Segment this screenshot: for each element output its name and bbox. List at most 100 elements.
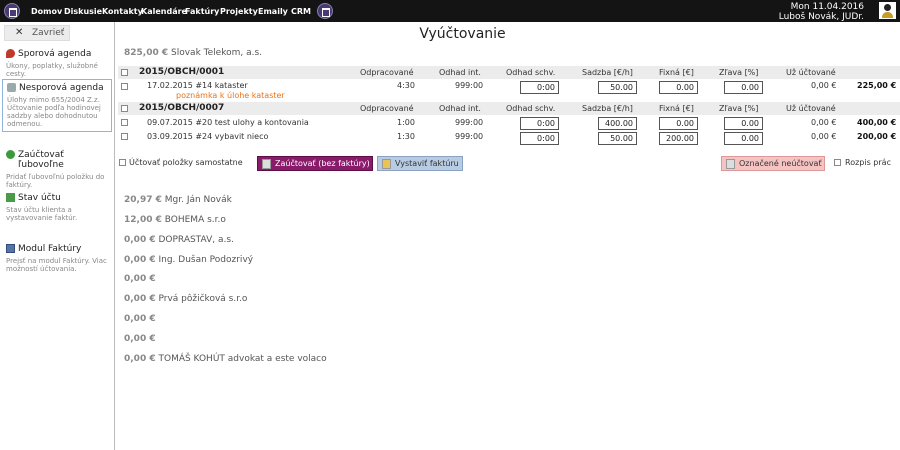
mark-unbilled-button[interactable]: Označené neúčtovať xyxy=(721,156,825,171)
task-description: 03.09.2015 #24 vybavit nieco xyxy=(147,132,269,141)
nav-emaily[interactable]: Emaily xyxy=(258,7,288,16)
task-note: poznámka k úlohe kataster xyxy=(176,91,285,100)
approved-input[interactable]: 0:00 xyxy=(520,81,559,94)
sidebar-item-zauctovat-lubovolne[interactable]: Zaúčtovať ľubovoľne Pridať ľubovoľnú pol… xyxy=(2,147,112,192)
user-avatar[interactable] xyxy=(879,2,896,19)
rate-input[interactable]: 400.00 xyxy=(598,117,637,130)
work-breakdown-option[interactable]: Rozpis prác xyxy=(834,158,891,167)
client-name: Slovak Telekom, a.s. xyxy=(171,48,263,58)
case-checkbox[interactable] xyxy=(121,105,128,112)
post-without-invoice-button[interactable]: Zaúčtovať (bez faktúry) xyxy=(257,156,373,171)
col-fixed: Fixná [€] xyxy=(659,68,694,77)
estimate-value: 999:00 xyxy=(455,132,484,141)
sidebar-item-desc: Pridať ľubovoľnú položku do faktúry. xyxy=(6,173,105,189)
summary-amount: 12,00 € xyxy=(124,215,162,225)
worked-value: 4:30 xyxy=(397,81,415,90)
client-summary-item[interactable]: 0,00 € Ing. Dušan Podozrivý xyxy=(124,255,253,265)
col-discount: Zľava [%] xyxy=(719,68,759,77)
client-summary-item[interactable]: 0,00 € xyxy=(124,334,156,344)
row-total: 400,00 € xyxy=(857,118,897,127)
worked-value: 1:30 xyxy=(397,132,415,141)
sidebar-item-desc: Úlohy mimo 655/2004 Z.z. Účtovanie podľa… xyxy=(7,96,101,128)
sidebar-item-modul-faktury[interactable]: Modul Faktúry Prejsť na modul Faktúry. V… xyxy=(2,241,112,276)
sidebar-item-sporova-agenda[interactable]: Sporová agenda Úkony, poplatky, služobné… xyxy=(2,46,112,81)
case-checkbox[interactable] xyxy=(121,69,128,76)
separate-items-checkbox[interactable] xyxy=(119,159,126,166)
discount-input[interactable]: 0.00 xyxy=(724,117,763,130)
col-billed: Už účtované xyxy=(786,104,836,113)
rate-input[interactable]: 50.00 xyxy=(598,132,637,145)
col-approved: Odhad schv. xyxy=(506,104,556,113)
nav-faktury[interactable]: Faktúry xyxy=(185,7,219,16)
work-breakdown-checkbox[interactable] xyxy=(834,159,841,166)
nav-kalendare[interactable]: Kalendáre xyxy=(141,7,187,16)
approved-input[interactable]: 0:00 xyxy=(520,117,559,130)
client-summary-item[interactable]: 0,00 € xyxy=(124,314,156,324)
close-button[interactable]: ✕ Zavrieť xyxy=(4,25,70,41)
row-total: 225,00 € xyxy=(857,81,897,90)
summary-amount: 0,00 € xyxy=(124,314,156,324)
summary-name: DOPRASTAV, a.s. xyxy=(158,235,234,245)
summary-amount: 0,00 € xyxy=(124,334,156,344)
col-rate: Sadzba [€/h] xyxy=(582,104,633,113)
row-checkbox[interactable] xyxy=(121,83,128,90)
sidebar-item-nesporova-agenda[interactable]: Nesporová agenda Úlohy mimo 655/2004 Z.z… xyxy=(2,79,112,132)
summary-name: Ing. Dušan Podozrivý xyxy=(158,255,254,265)
separate-items-option[interactable]: Účtovať položky samostatne xyxy=(119,158,243,167)
nav-diskusie[interactable]: Diskusie xyxy=(64,7,102,16)
building-icon[interactable] xyxy=(317,3,333,19)
nav-crm[interactable]: CRM xyxy=(291,7,311,16)
row-checkbox[interactable] xyxy=(121,119,128,126)
unbill-icon xyxy=(726,159,735,169)
fixed-input[interactable]: 200.00 xyxy=(659,132,698,145)
work-breakdown-label: Rozpis prác xyxy=(845,158,891,167)
client-summary-item[interactable]: 20,97 € Mgr. Ján Novák xyxy=(124,195,232,205)
current-date: Mon 11.04.2016 xyxy=(790,2,864,12)
add-coin-icon xyxy=(6,150,15,159)
sidebar-item-title: Stav účtu xyxy=(18,193,61,203)
sidebar-item-title: Nesporová agenda xyxy=(19,83,104,93)
discount-input[interactable]: 0.00 xyxy=(724,81,763,94)
close-icon: ✕ xyxy=(15,27,24,38)
issue-invoice-button[interactable]: Vystaviť faktúru xyxy=(377,156,463,171)
client-summary-item[interactable]: 0,00 € xyxy=(124,274,156,284)
fixed-input[interactable]: 0.00 xyxy=(659,81,698,94)
summary-amount: 0,00 € xyxy=(124,235,156,245)
col-approved: Odhad schv. xyxy=(506,68,556,77)
fixed-input[interactable]: 0.00 xyxy=(659,117,698,130)
billed-value: 0,00 € xyxy=(811,132,837,141)
summary-name: Prvá pôžičková s.r.o xyxy=(158,294,248,304)
client-summary-item[interactable]: 12,00 € BOHEMA s.r.o xyxy=(124,215,226,225)
col-rate: Sadzba [€/h] xyxy=(582,68,633,77)
client-summary-item[interactable]: 0,00 € DOPRASTAV, a.s. xyxy=(124,235,234,245)
summary-amount: 0,00 € xyxy=(124,354,156,364)
estimate-value: 999:00 xyxy=(455,81,484,90)
col-estimate: Odhad int. xyxy=(439,68,481,77)
client-summary-item[interactable]: 0,00 € TOMÁŠ KOHÚT advokat a este volaco xyxy=(124,354,327,364)
nav-projekty[interactable]: Projekty xyxy=(220,7,258,16)
current-user[interactable]: Luboš Novák, JUDr. xyxy=(779,12,864,22)
document-icon xyxy=(7,83,16,92)
summary-amount: 20,97 € xyxy=(124,195,162,205)
nav-domov[interactable]: Domov xyxy=(31,7,62,16)
home-logo-icon[interactable] xyxy=(4,3,20,19)
discount-input[interactable]: 0.00 xyxy=(724,132,763,145)
row-checkbox[interactable] xyxy=(121,133,128,140)
nav-kontakty[interactable]: Kontakty xyxy=(102,7,143,16)
case-header-row: 2015/OBCH/0001 Odpracované Odhad int. Od… xyxy=(118,66,900,79)
case-header-row: 2015/OBCH/0007 Odpracované Odhad int. Od… xyxy=(118,102,900,115)
col-estimate: Odhad int. xyxy=(439,104,481,113)
estimate-value: 999:00 xyxy=(455,118,484,127)
rate-input[interactable]: 50.00 xyxy=(598,81,637,94)
money-icon xyxy=(6,193,15,202)
sidebar-item-stav-uctu[interactable]: Stav účtu Stav účtu klienta a vystavovan… xyxy=(2,190,112,225)
task-description: 09.07.2015 #20 test ulohy a kontovania xyxy=(147,118,309,127)
row-total: 200,00 € xyxy=(857,132,897,141)
sidebar-item-title: Sporová agenda xyxy=(18,49,92,59)
approved-input[interactable]: 0:00 xyxy=(520,132,559,145)
summary-amount: 0,00 € xyxy=(124,255,156,265)
client-summary-item[interactable]: 0,00 € Prvá pôžičková s.r.o xyxy=(124,294,247,304)
table-row: 17.02.2015 #14 kataster poznámka k úlohe… xyxy=(118,80,900,100)
page-title: Vyúčtovanie xyxy=(419,26,506,42)
summary-amount: 0,00 € xyxy=(124,294,156,304)
